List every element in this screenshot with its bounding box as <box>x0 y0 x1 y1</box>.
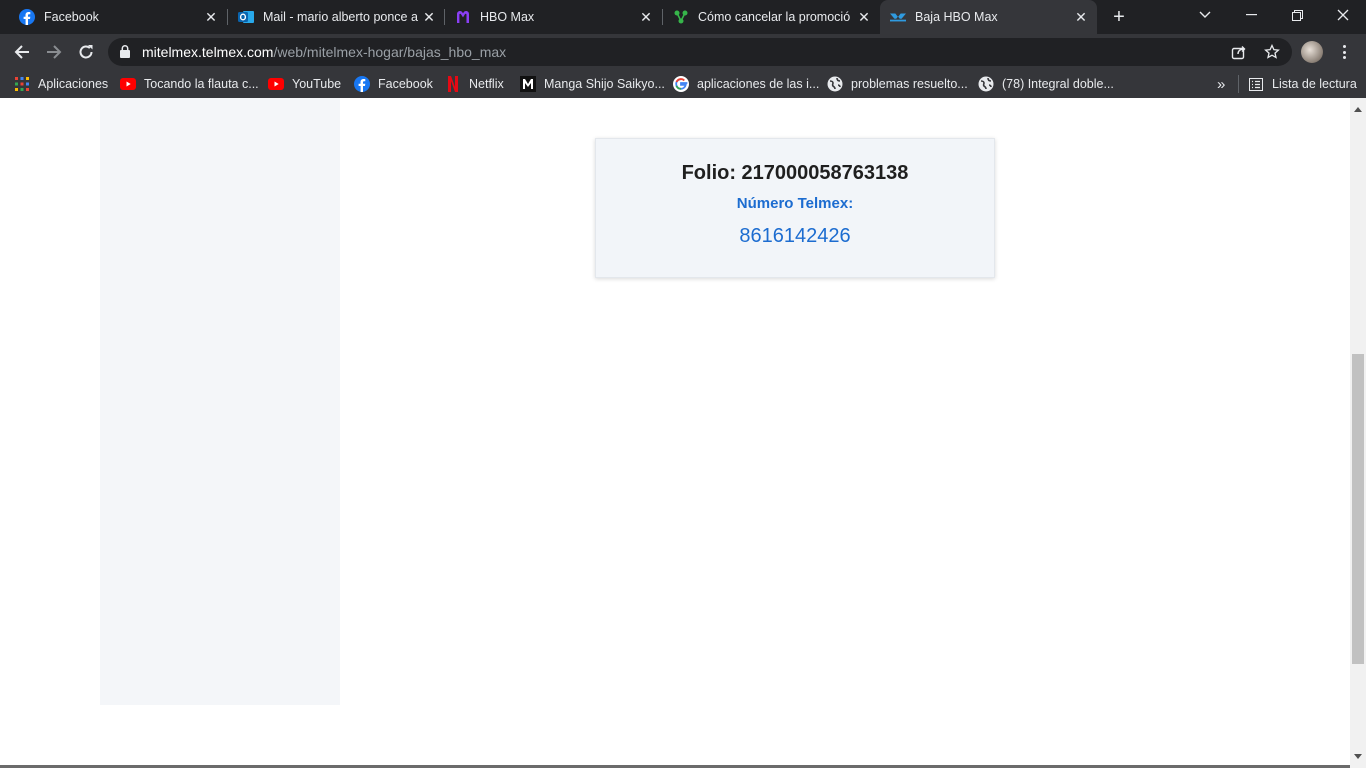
bookmark-label: Aplicaciones <box>38 77 109 91</box>
tab-baja-hbomax[interactable]: Baja HBO Max ✕ <box>880 0 1097 34</box>
bookmark-label: Netflix <box>469 77 504 91</box>
facebook-icon <box>19 9 35 25</box>
google-icon <box>673 76 689 92</box>
bookmark-problemas-resueltos[interactable]: problemas resuelto... <box>827 76 968 92</box>
scroll-up-arrow-icon[interactable] <box>1354 107 1362 112</box>
bookmark-tocando-flauta[interactable]: Tocando la flauta c... <box>120 76 259 92</box>
vertical-scrollbar[interactable] <box>1350 98 1366 768</box>
page-viewport: Folio: 217000058763138 Número Telmex: 86… <box>0 98 1350 768</box>
hbomax-icon <box>455 9 471 25</box>
close-tab-icon[interactable]: ✕ <box>639 10 653 24</box>
address-bar[interactable]: mitelmex.telmex.com/web/mitelmex-hogar/b… <box>108 38 1292 66</box>
tab-title: Mail - mario alberto ponce a <box>263 10 418 24</box>
tab-title: Baja HBO Max <box>915 10 998 24</box>
url-path: /web/mitelmex-hogar/bajas_hbo_max <box>273 44 507 60</box>
more-menu-icon[interactable] <box>1336 42 1352 62</box>
manga-icon <box>520 76 536 92</box>
bookmarks-bar: Aplicaciones Tocando la flauta c... YouT… <box>0 70 1366 98</box>
youtube-icon <box>268 76 284 92</box>
folio-text: Folio: 217000058763138 <box>681 162 909 184</box>
bookmark-manga[interactable]: Manga Shijo Saikyo... <box>520 76 665 92</box>
new-tab-button[interactable]: + <box>1110 7 1128 27</box>
scrollbar-thumb[interactable] <box>1352 354 1364 664</box>
bookmark-label: Tocando la flauta c... <box>144 77 259 91</box>
bookmark-facebook[interactable]: Facebook <box>354 76 433 92</box>
url-text: mitelmex.telmex.com/web/mitelmex-hogar/b… <box>142 44 506 60</box>
reading-list-icon <box>1248 76 1264 92</box>
reading-list-button[interactable]: Lista de lectura <box>1248 76 1357 92</box>
apps-grid-icon <box>14 76 30 92</box>
share-icon[interactable] <box>1230 43 1248 61</box>
tab-title: HBO Max <box>480 10 535 24</box>
bookmark-label: Facebook <box>378 77 433 91</box>
youtube-icon <box>120 76 136 92</box>
bookmark-label: Manga Shijo Saikyo... <box>544 77 665 91</box>
bookmark-star-icon[interactable] <box>1263 43 1281 61</box>
url-host: mitelmex.telmex.com <box>142 44 274 60</box>
close-tab-icon[interactable]: ✕ <box>1074 10 1088 24</box>
tab-strip: Facebook ✕ Mail - mario alberto ponce a … <box>0 0 1366 34</box>
bookmark-aplicaciones[interactable]: Aplicaciones <box>14 76 108 92</box>
tab-facebook[interactable]: Facebook ✕ <box>0 0 226 34</box>
bookmark-label: YouTube <box>292 77 342 91</box>
tab-search-icon[interactable] <box>1182 0 1228 30</box>
numero-telmex-label: Número Telmex: <box>736 195 854 212</box>
bookmark-label: problemas resuelto... <box>851 77 968 91</box>
restore-icon[interactable] <box>1274 0 1320 30</box>
bookmark-label: (78) Integral doble... <box>1002 77 1114 91</box>
green-logo-icon <box>673 9 689 25</box>
confirmation-card: Folio: 217000058763138 Número Telmex: 86… <box>595 138 995 278</box>
close-tab-icon[interactable]: ✕ <box>204 10 218 24</box>
forward-arrow-icon[interactable] <box>42 40 66 64</box>
numero-telmex-value: 8616142426 <box>739 225 851 247</box>
reading-list-label: Lista de lectura <box>1272 77 1357 91</box>
profile-avatar[interactable] <box>1301 41 1323 63</box>
bookmark-integral-doble[interactable]: (78) Integral doble... <box>978 76 1114 92</box>
scroll-down-arrow-icon[interactable] <box>1354 754 1362 759</box>
bookmark-youtube[interactable]: YouTube <box>268 76 341 92</box>
tab-hbomax[interactable]: HBO Max ✕ <box>436 0 662 34</box>
close-window-icon[interactable] <box>1320 0 1366 30</box>
bookmark-aplicaciones-google[interactable]: aplicaciones de las i... <box>673 76 819 92</box>
left-side-panel <box>100 98 340 705</box>
facebook-icon <box>354 76 370 92</box>
globe-icon <box>978 76 994 92</box>
bookmarks-divider <box>1238 75 1239 93</box>
back-arrow-icon[interactable] <box>10 40 34 64</box>
tab-title: Facebook <box>44 10 99 24</box>
close-tab-icon[interactable]: ✕ <box>422 10 436 24</box>
bookmark-netflix[interactable]: Netflix <box>445 76 504 92</box>
outlook-icon <box>238 9 254 25</box>
reload-icon[interactable] <box>74 40 98 64</box>
bookmark-label: aplicaciones de las i... <box>697 77 820 91</box>
tab-title: Cómo cancelar la promoción <box>698 10 850 24</box>
close-tab-icon[interactable]: ✕ <box>857 10 871 24</box>
bookmarks-overflow-button[interactable]: » <box>1217 76 1225 93</box>
minimize-icon[interactable] <box>1228 0 1274 30</box>
lock-icon <box>120 45 130 63</box>
tab-mail[interactable]: Mail - mario alberto ponce a ✕ <box>219 0 445 34</box>
globe-icon <box>827 76 843 92</box>
netflix-icon <box>445 76 461 92</box>
telmex-icon <box>890 9 906 25</box>
tab-cancelar-promocion[interactable]: Cómo cancelar la promoción ✕ <box>654 0 880 34</box>
